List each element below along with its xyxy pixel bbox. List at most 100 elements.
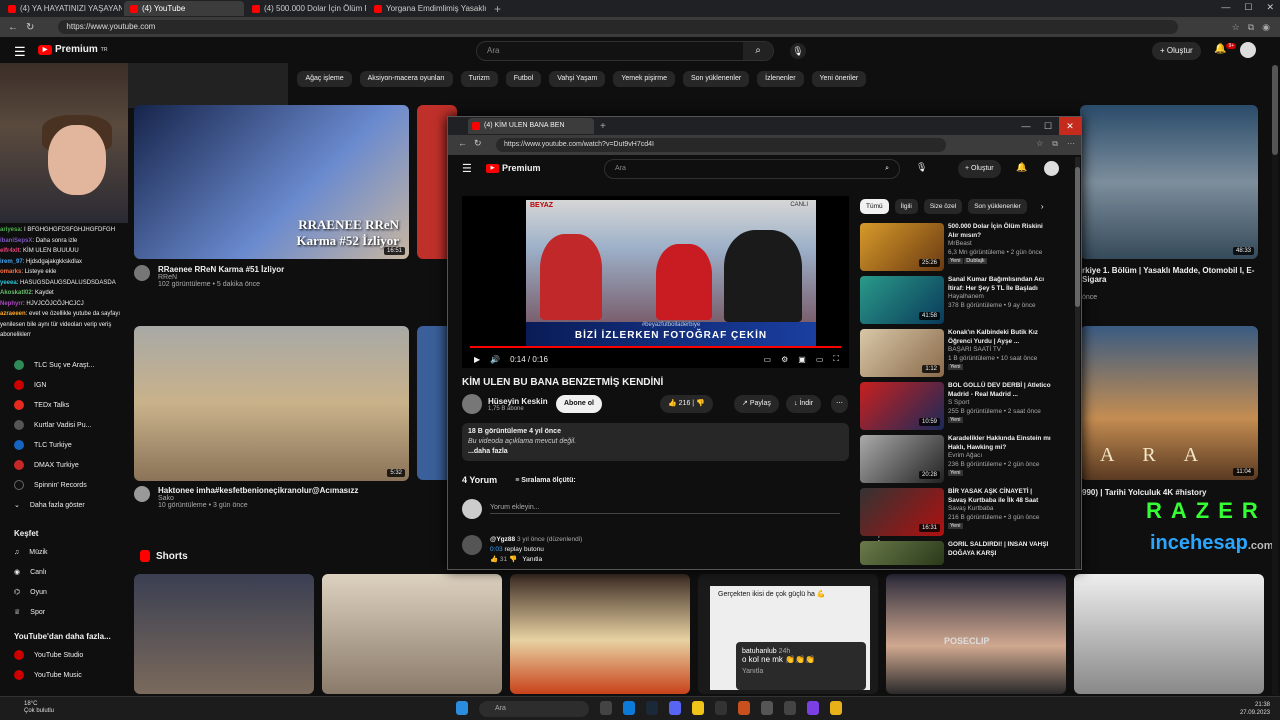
sidebar-item-subscription[interactable]: Spinnin' Records bbox=[0, 475, 125, 495]
chip[interactable]: Turizm bbox=[460, 71, 498, 87]
short-thumbnail[interactable] bbox=[322, 574, 502, 694]
chip[interactable]: Son yüklenenler bbox=[682, 71, 750, 87]
popup-address-bar[interactable]: https://www.youtube.com/watch?v=Dut9vH7c… bbox=[496, 138, 946, 152]
sidebar-item-music-app[interactable]: YouTube Music bbox=[0, 665, 125, 685]
close-icon[interactable]: ✕ bbox=[1266, 2, 1274, 13]
commenter-avatar[interactable] bbox=[462, 535, 482, 555]
related-thumbnail[interactable]: 25:26 bbox=[860, 223, 944, 271]
short-thumbnail[interactable] bbox=[510, 574, 690, 694]
sidebar-item-gaming[interactable]: ⌬ Oyun bbox=[0, 582, 125, 602]
video-title[interactable]: Haktonee imha#kesfetbenioneçikranolur@Ac… bbox=[158, 486, 358, 495]
minimize-icon[interactable]: — bbox=[1221, 2, 1230, 13]
sidebar-item-subscription[interactable]: TLC Turkiye bbox=[0, 435, 125, 455]
obs-icon[interactable] bbox=[784, 701, 796, 715]
video-player[interactable]: BEYAZ CANLI #beyazfutbolladerbiye BİZİ İ… bbox=[462, 196, 849, 368]
comment-timestamp-link[interactable]: 0:03 bbox=[490, 546, 503, 553]
miniplayer-icon[interactable]: ▣ bbox=[798, 355, 806, 364]
windows-start-icon[interactable] bbox=[456, 701, 468, 715]
download-button[interactable]: ↓ İndir bbox=[786, 395, 822, 413]
show-more-button[interactable]: ⌄ Daha fazla göster bbox=[0, 495, 125, 515]
related-video[interactable]: GORİL SALDIRDI! | İNSAN VAHŞİ DOĞAYA KAR… bbox=[860, 541, 1060, 567]
profile-icon[interactable]: ◉ bbox=[1262, 22, 1270, 33]
epic-games-icon[interactable] bbox=[715, 701, 727, 715]
chip[interactable]: Vahşi Yaşam bbox=[549, 71, 606, 87]
volume-icon[interactable]: 🔊 bbox=[490, 355, 500, 364]
short-thumbnail[interactable] bbox=[1074, 574, 1264, 694]
hamburger-menu-icon[interactable]: ☰ bbox=[14, 44, 26, 60]
short-thumbnail[interactable]: POSECLIP bbox=[886, 574, 1066, 694]
scrollbar-thumb[interactable] bbox=[1272, 65, 1278, 155]
sidebar-item-subscription[interactable]: Kurtlar Vadisi Pu... bbox=[0, 415, 125, 435]
browser-tab[interactable]: (4) 500.000 Dolar İçin Ölüm Riskini bbox=[246, 1, 366, 16]
page-scrollbar[interactable] bbox=[1272, 65, 1278, 695]
chip[interactable]: Futbol bbox=[505, 71, 542, 87]
chip[interactable]: İzlenenler bbox=[757, 71, 804, 87]
like-button[interactable]: 👍 216 | 👎 bbox=[660, 395, 713, 413]
more-actions-icon[interactable]: ⋯ bbox=[831, 395, 848, 413]
thumbs-down-icon[interactable]: 👎 bbox=[509, 556, 517, 563]
chip[interactable]: Ağaç işleme bbox=[297, 71, 352, 87]
related-channel[interactable]: S Sport bbox=[948, 399, 1052, 408]
task-view-icon[interactable] bbox=[600, 701, 612, 715]
share-button[interactable]: ↗ Paylaş bbox=[734, 395, 779, 413]
channel-avatar[interactable] bbox=[134, 486, 150, 502]
subscribe-button[interactable]: Abone ol bbox=[556, 395, 602, 413]
popup-tab[interactable]: (4) KİM ULEN BANA BEN bbox=[468, 118, 594, 134]
sidebar-item-subscription[interactable]: DMAX Turkiye bbox=[0, 455, 125, 475]
chip[interactable]: İlgili bbox=[894, 199, 918, 214]
chip[interactable]: Yemek pişirme bbox=[613, 71, 675, 87]
chip[interactable]: Aksiyon-macera oyunları bbox=[359, 71, 453, 87]
related-channel[interactable]: BAŞARI SAATİ TV bbox=[948, 346, 1052, 355]
related-thumbnail[interactable]: 41:58 bbox=[860, 276, 944, 324]
thumbs-up-icon[interactable]: 👍 bbox=[490, 556, 498, 563]
discord-icon[interactable] bbox=[669, 701, 681, 715]
twitch-icon[interactable] bbox=[807, 701, 819, 715]
video-channel[interactable]: Sako bbox=[158, 495, 358, 502]
maximize-icon[interactable]: ☐ bbox=[1244, 2, 1252, 13]
youtube-logo[interactable]: ▶ Premium bbox=[486, 163, 541, 173]
comment-user[interactable]: @Ygz88 bbox=[490, 536, 515, 543]
edge-icon[interactable] bbox=[623, 701, 635, 715]
app-icon[interactable] bbox=[738, 701, 750, 715]
sidebar-item-subscription[interactable]: TEDx Talks bbox=[0, 395, 125, 415]
new-tab-icon[interactable]: + bbox=[494, 2, 501, 16]
app-icon[interactable] bbox=[830, 701, 842, 715]
search-icon[interactable]: ⌕ bbox=[743, 42, 773, 60]
related-title[interactable]: Konak'ın Kalbindeki Butik Kız Öğrenci Yu… bbox=[948, 329, 1052, 346]
search-icon[interactable]: ⌕ bbox=[885, 160, 889, 178]
settings-icon[interactable]: ⚙ bbox=[781, 355, 788, 364]
create-button[interactable]: + Oluştur bbox=[1152, 42, 1201, 60]
related-channel[interactable]: MrBeast bbox=[948, 240, 1052, 249]
related-title[interactable]: 500.000 Dolar İçin Ölüm Riskini Alır mıs… bbox=[948, 223, 1052, 240]
related-title[interactable]: BİR YASAK AŞK CİNAYETİ | Savaş Kurtbaba … bbox=[948, 488, 1052, 505]
account-avatar[interactable] bbox=[1240, 42, 1256, 58]
chip[interactable]: Yeni öneriler bbox=[811, 71, 867, 87]
play-icon[interactable]: ▶ bbox=[474, 355, 480, 364]
video-thumbnail[interactable]: 48:33 bbox=[1080, 105, 1258, 259]
maximize-icon[interactable]: ☐ bbox=[1037, 117, 1059, 135]
video-title[interactable]: 990) | Tarihi Yolculuk 4K #history bbox=[1082, 488, 1262, 497]
address-bar[interactable]: https://www.youtube.com bbox=[58, 20, 1179, 34]
browser-tab[interactable]: Yorgana Emdimlimiş Yasaklı Madde bbox=[368, 1, 488, 16]
file-explorer-icon[interactable] bbox=[692, 701, 704, 715]
scrollbar-thumb[interactable] bbox=[1075, 167, 1080, 307]
search-input[interactable]: Ara ⌕ bbox=[476, 41, 774, 61]
short-thumbnail[interactable] bbox=[134, 574, 314, 694]
related-video[interactable]: 41:58 Sanal Kumar Bağımlısından Acı İtir… bbox=[860, 276, 1060, 329]
close-icon[interactable]: ✕ bbox=[1059, 117, 1081, 135]
related-thumbnail[interactable] bbox=[860, 541, 944, 565]
microphone-icon[interactable]: 🎙 bbox=[790, 43, 806, 59]
sidebar-item-music[interactable]: ♫ Müzik bbox=[0, 542, 125, 562]
minimize-icon[interactable]: — bbox=[1015, 117, 1037, 135]
sidebar-item-studio[interactable]: YouTube Studio bbox=[0, 645, 125, 665]
channel-name[interactable]: Hüseyin Keskin bbox=[488, 397, 548, 406]
refresh-icon[interactable]: ↻ bbox=[474, 138, 482, 149]
sidebar-item-live[interactable]: ◉ Canlı bbox=[0, 562, 125, 582]
related-video[interactable]: 10:59 BOL GOLLÜ DEV DERBİ | Atletico Mad… bbox=[860, 382, 1060, 435]
more-icon[interactable]: ⋯ bbox=[1067, 139, 1075, 149]
related-channel[interactable]: Savaş Kurtbaba bbox=[948, 505, 1052, 514]
related-title[interactable]: GORİL SALDIRDI! | İNSAN VAHŞİ DOĞAYA KAR… bbox=[948, 541, 1052, 558]
microphone-icon[interactable]: 🎙 bbox=[916, 162, 927, 173]
reply-link[interactable]: Yanıtla bbox=[742, 668, 860, 675]
short-thumbnail[interactable]: Gerçekten ikisi de çok güçlü ha 💪 batuha… bbox=[698, 574, 878, 694]
